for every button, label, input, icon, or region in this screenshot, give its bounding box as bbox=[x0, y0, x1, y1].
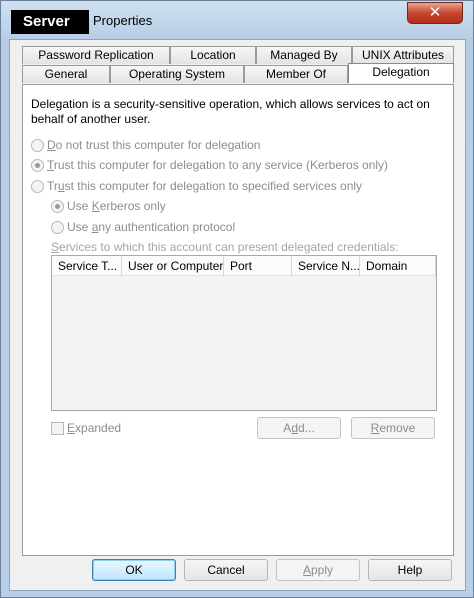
radio-button[interactable] bbox=[31, 138, 44, 152]
radio-trust-any-service[interactable]: Trust this computer for delegation to an… bbox=[31, 158, 388, 172]
column-header-port[interactable]: Port bbox=[224, 256, 292, 276]
radio-label: Trust this computer for delegation to sp… bbox=[47, 179, 363, 193]
properties-dialog: Server Properties ✕ Password Replication… bbox=[0, 0, 474, 598]
tab-unix-attributes[interactable]: UNIX Attributes bbox=[352, 46, 454, 64]
radio-use-kerberos-only[interactable]: Use Kerberos only bbox=[51, 199, 166, 213]
title-bar[interactable]: Server Properties ✕ bbox=[1, 1, 473, 39]
delegation-description: Delegation is a security-sensitive opera… bbox=[31, 97, 430, 126]
column-header-service-type[interactable]: Service T... bbox=[52, 256, 122, 276]
remove-button[interactable]: Remove bbox=[351, 417, 435, 439]
apply-button[interactable]: Apply bbox=[276, 559, 360, 581]
radio-button-checked[interactable] bbox=[31, 158, 44, 172]
tab-operating-system[interactable]: Operating System bbox=[110, 65, 244, 83]
radio-trust-specified-services[interactable]: Trust this computer for delegation to sp… bbox=[31, 179, 362, 193]
services-list-caption: Services to which this account can prese… bbox=[51, 240, 399, 254]
column-header-service-name[interactable]: Service N... bbox=[292, 256, 360, 276]
expanded-checkbox[interactable] bbox=[51, 421, 64, 435]
add-button[interactable]: Add... bbox=[257, 417, 341, 439]
services-list-view[interactable]: Service T... User or Computer Port Servi… bbox=[51, 255, 437, 411]
close-icon: ✕ bbox=[428, 3, 442, 21]
title-server-name: Server bbox=[11, 10, 89, 34]
radio-button-checked[interactable] bbox=[51, 199, 64, 213]
ok-button[interactable]: OK bbox=[92, 559, 176, 581]
close-button[interactable]: ✕ bbox=[407, 2, 463, 24]
expanded-checkbox-row[interactable]: Expanded bbox=[51, 421, 121, 435]
radio-button[interactable] bbox=[51, 220, 64, 234]
tab-password-replication[interactable]: Password Replication bbox=[22, 46, 170, 64]
radio-use-any-auth-protocol[interactable]: Use any authentication protocol bbox=[51, 220, 235, 234]
title-properties-label: Properties bbox=[93, 13, 153, 28]
tab-delegation[interactable]: Delegation bbox=[348, 63, 454, 83]
column-header-user-or-computer[interactable]: User or Computer bbox=[122, 256, 224, 276]
tab-row-bottom: General Operating System Member Of Deleg… bbox=[22, 63, 454, 83]
radio-label: Trust this computer for delegation to an… bbox=[47, 158, 389, 172]
column-header-domain[interactable]: Domain bbox=[360, 256, 436, 276]
expanded-label: Expanded bbox=[67, 421, 122, 435]
tab-location[interactable]: Location bbox=[170, 46, 256, 64]
tab-general[interactable]: General bbox=[22, 65, 110, 83]
dialog-client-area: Password Replication Location Managed By… bbox=[9, 39, 466, 591]
help-button[interactable]: Help bbox=[368, 559, 452, 581]
radio-do-not-trust[interactable]: Do not trust this computer for delegatio… bbox=[31, 138, 260, 152]
radio-label: Do not trust this computer for delegatio… bbox=[47, 138, 261, 152]
delegation-tab-panel: Delegation is a security-sensitive opera… bbox=[22, 84, 454, 556]
tab-member-of[interactable]: Member Of bbox=[244, 65, 348, 83]
radio-button[interactable] bbox=[31, 179, 44, 193]
radio-label: Use any authentication protocol bbox=[67, 220, 236, 234]
tab-managed-by[interactable]: Managed By bbox=[256, 46, 352, 64]
list-header: Service T... User or Computer Port Servi… bbox=[52, 256, 436, 276]
radio-label: Use Kerberos only bbox=[67, 199, 166, 213]
cancel-button[interactable]: Cancel bbox=[184, 559, 268, 581]
tab-row-top: Password Replication Location Managed By… bbox=[22, 46, 454, 64]
